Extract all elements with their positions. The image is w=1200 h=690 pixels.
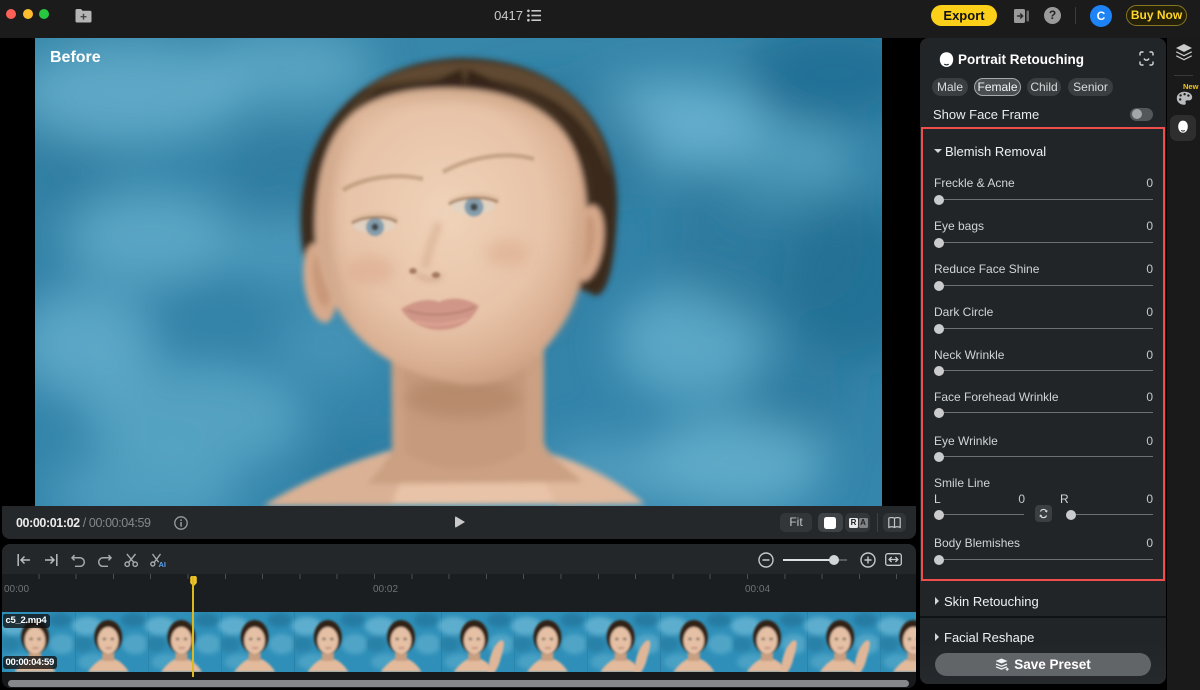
svg-text:AI: AI xyxy=(159,560,167,568)
